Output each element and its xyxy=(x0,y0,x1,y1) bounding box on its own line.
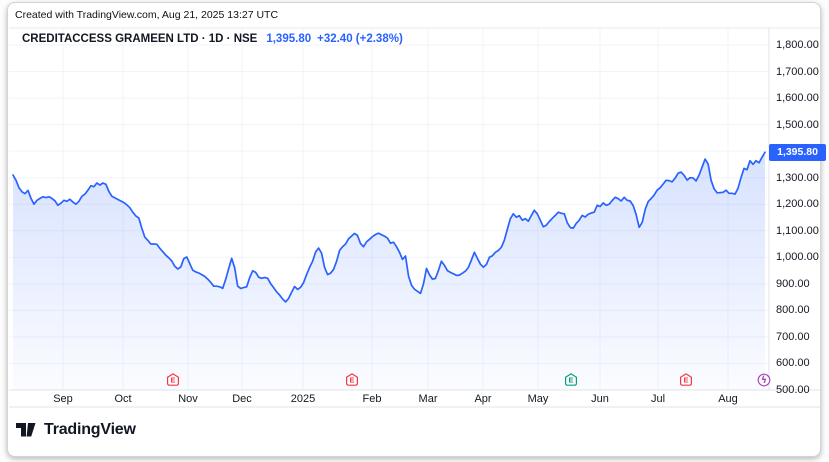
earnings-marker-icon[interactable]: E xyxy=(564,373,578,387)
price-tick-label: 500.00 xyxy=(776,383,822,397)
price-tick-label: 1,200.00 xyxy=(776,197,822,211)
svg-text:E: E xyxy=(568,376,573,385)
price-tick-label: 600.00 xyxy=(776,356,822,370)
svg-text:E: E xyxy=(171,376,176,385)
tradingview-logo-icon[interactable] xyxy=(16,423,36,437)
price-tick-label: 1,600.00 xyxy=(776,91,822,105)
time-tick-label: Jul xyxy=(651,392,665,406)
last-price-value: 1,395.80 xyxy=(266,33,311,45)
earnings-marker-icon[interactable]: E xyxy=(166,373,180,387)
price-change-value: +32.40 (+2.38%) xyxy=(317,33,403,45)
time-tick-label: Dec xyxy=(232,392,252,406)
tradingview-snapshot: Created with TradingView.com, Aug 21, 20… xyxy=(0,0,829,462)
time-tick-label: May xyxy=(528,392,549,406)
svg-text:ϟ: ϟ xyxy=(761,375,767,386)
time-tick-label: Nov xyxy=(178,392,198,406)
tradingview-wordmark[interactable]: TradingView xyxy=(44,421,136,439)
time-tick-label: Mar xyxy=(419,392,438,406)
time-tick-label: 2025 xyxy=(291,392,315,406)
time-tick-label: Feb xyxy=(363,392,382,406)
price-tick-label: 1,100.00 xyxy=(776,224,822,238)
footer: TradingView xyxy=(16,421,136,439)
earnings-marker-icon[interactable]: E xyxy=(345,373,359,387)
split-marker-icon[interactable]: ϟ xyxy=(757,373,771,387)
time-tick-label: Oct xyxy=(114,392,131,406)
attribution-text: Created with TradingView.com, Aug 21, 20… xyxy=(15,9,278,21)
price-tick-label: 1,800.00 xyxy=(776,38,822,52)
svg-text:E: E xyxy=(349,376,354,385)
last-price-label: 1,395.80 xyxy=(769,144,826,161)
symbol-title[interactable]: CREDITACCESS GRAMEEN LTD · 1D · NSE xyxy=(22,33,257,45)
time-tick-label: Jun xyxy=(591,392,609,406)
time-tick-label: Aug xyxy=(718,392,738,406)
price-tick-label: 1,500.00 xyxy=(776,118,822,132)
price-tick-label: 900.00 xyxy=(776,277,822,291)
area-fill xyxy=(13,152,765,390)
price-tick-label: 1,700.00 xyxy=(776,65,822,79)
price-tick-label: 1,000.00 xyxy=(776,250,822,264)
price-tick-label: 1,300.00 xyxy=(776,171,822,185)
price-tick-label: 700.00 xyxy=(776,330,822,344)
price-tick-label: 800.00 xyxy=(776,303,822,317)
time-tick-label: Apr xyxy=(474,392,491,406)
earnings-marker-icon[interactable]: E xyxy=(679,373,693,387)
symbol-legend: CREDITACCESS GRAMEEN LTD · 1D · NSE 1,395… xyxy=(22,33,403,45)
svg-text:E: E xyxy=(684,376,689,385)
time-tick-label: Sep xyxy=(53,392,73,406)
